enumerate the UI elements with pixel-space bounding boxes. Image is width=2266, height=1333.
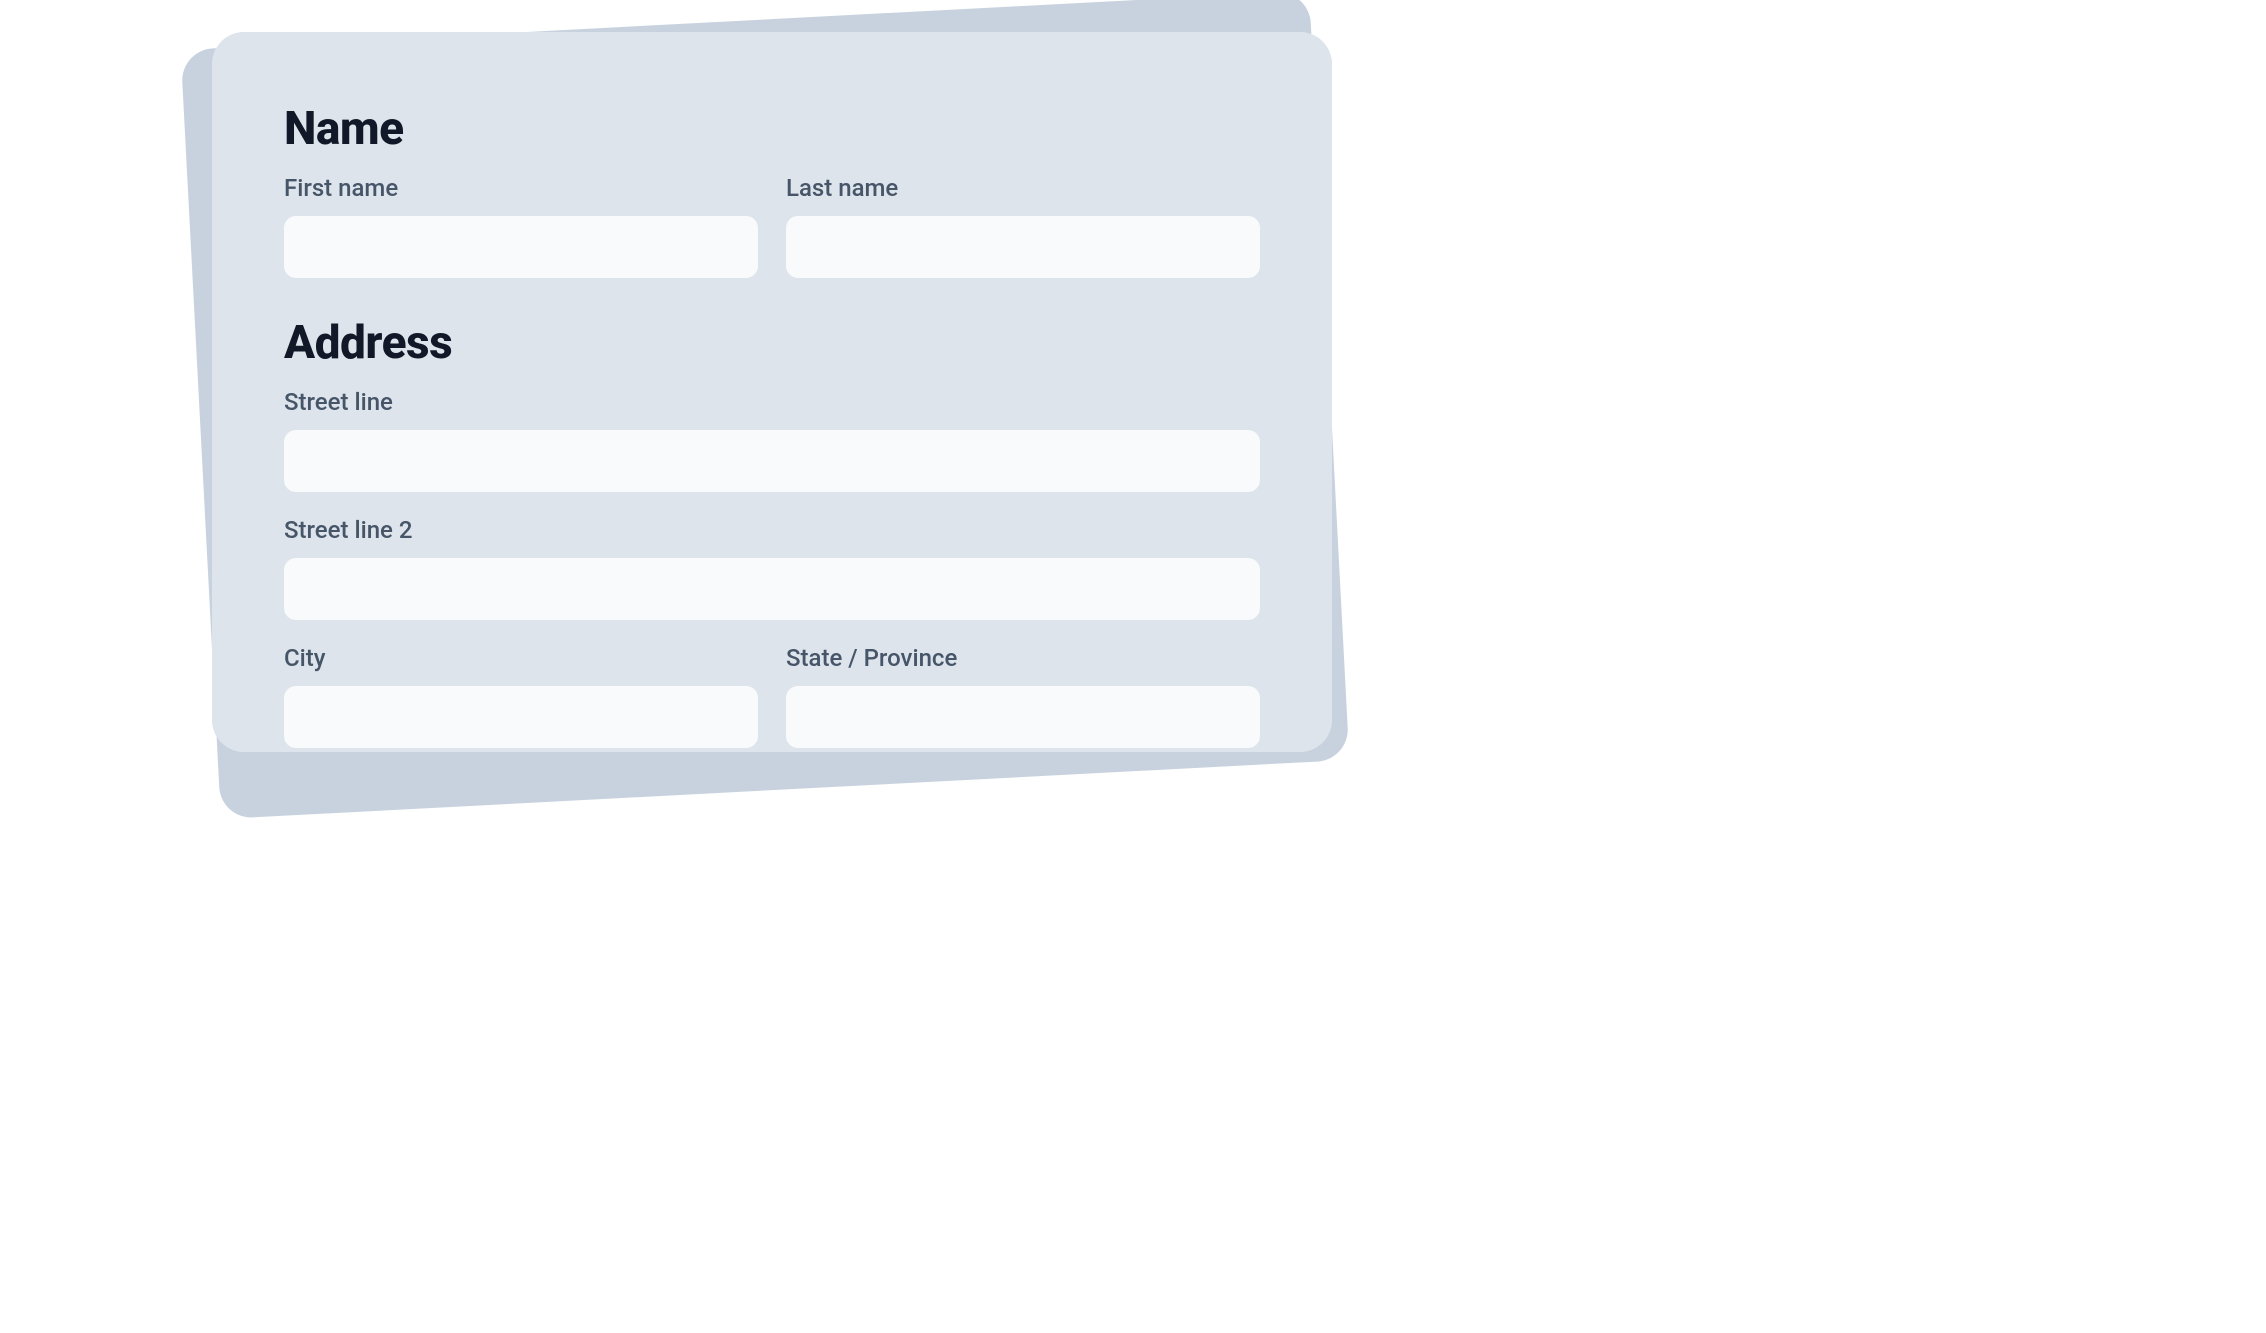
first-name-input[interactable] bbox=[284, 216, 758, 278]
street-line-1-input[interactable] bbox=[284, 430, 1260, 492]
address-section: Address Street line Street line 2 City S… bbox=[284, 316, 1260, 748]
last-name-label: Last name bbox=[786, 174, 1260, 202]
city-state-row: City State / Province bbox=[284, 644, 1260, 748]
state-label: State / Province bbox=[786, 644, 1260, 672]
state-input[interactable] bbox=[786, 686, 1260, 748]
last-name-input[interactable] bbox=[786, 216, 1260, 278]
street-line-2-input[interactable] bbox=[284, 558, 1260, 620]
name-section: Name First name Last name bbox=[284, 102, 1260, 278]
form-card: Name First name Last name Address Street… bbox=[212, 32, 1332, 752]
address-heading: Address bbox=[284, 316, 1260, 370]
street-line-2-label: Street line 2 bbox=[284, 516, 1260, 544]
last-name-field: Last name bbox=[786, 174, 1260, 278]
name-row: First name Last name bbox=[284, 174, 1260, 278]
state-field: State / Province bbox=[786, 644, 1260, 748]
form-stage: Name First name Last name Address Street… bbox=[200, 20, 1340, 810]
street-line-1-field: Street line bbox=[284, 388, 1260, 492]
city-field: City bbox=[284, 644, 758, 748]
street-line-2-field: Street line 2 bbox=[284, 516, 1260, 620]
first-name-field: First name bbox=[284, 174, 758, 278]
name-heading: Name bbox=[284, 102, 1260, 156]
city-label: City bbox=[284, 644, 758, 672]
street-line-1-label: Street line bbox=[284, 388, 1260, 416]
city-input[interactable] bbox=[284, 686, 758, 748]
first-name-label: First name bbox=[284, 174, 758, 202]
